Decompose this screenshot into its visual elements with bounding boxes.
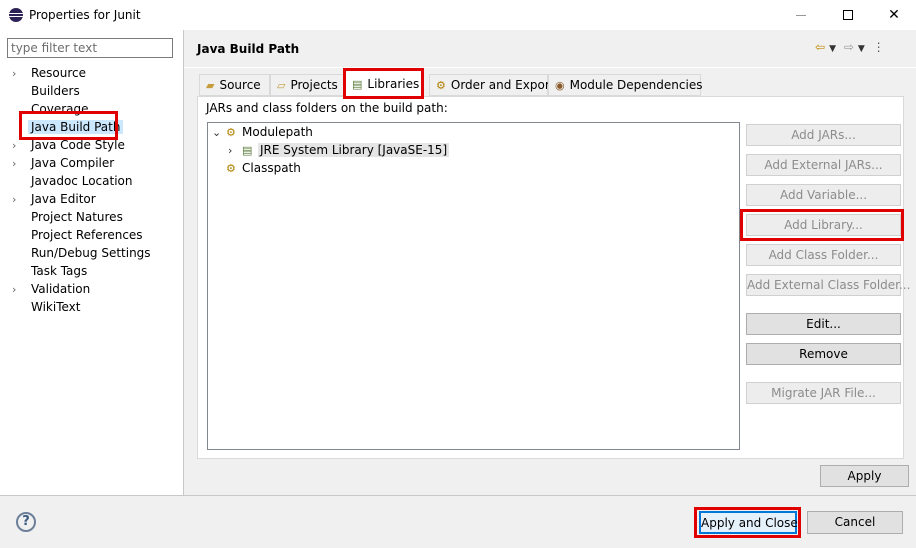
forward-dropdown-icon[interactable]: ▼ — [858, 44, 865, 54]
add-jars-button[interactable]: Add JARs... — [746, 124, 901, 146]
sidebar-item-label: Task Tags — [31, 264, 88, 278]
title-separator — [184, 67, 916, 68]
tab-source[interactable]: ▰ Source — [199, 74, 270, 96]
highlight-box — [740, 209, 904, 241]
sidebar-item[interactable]: Task Tags — [12, 262, 90, 280]
highlight-box — [694, 507, 801, 538]
sidebar-item[interactable]: › Resource — [12, 64, 89, 82]
highlight-box — [343, 68, 424, 99]
source-folder-icon: ▰ — [206, 79, 215, 92]
classpath-icon: ⚙ — [226, 162, 236, 175]
edit-button[interactable]: Edit... — [746, 313, 901, 335]
remove-button[interactable]: Remove — [746, 343, 901, 365]
page-title: Java Build Path — [197, 42, 300, 56]
add-external-class-folder-button[interactable]: Add External Class Folder... — [746, 274, 910, 296]
sidebar-item-label: Java Compiler — [31, 156, 115, 170]
sidebar-item-label: Javadoc Location — [31, 174, 133, 188]
back-arrow-icon[interactable]: ⇦ — [815, 40, 825, 54]
tree-node-modulepath[interactable]: ⌄ ⚙ Modulepath — [212, 123, 313, 141]
maximize-button[interactable] — [825, 0, 871, 30]
sidebar-item[interactable]: › Validation — [12, 280, 93, 298]
chevron-right-icon[interactable]: › — [12, 281, 28, 299]
sidebar-item[interactable]: › Java Editor — [12, 190, 99, 208]
minimize-button[interactable] — [779, 0, 825, 30]
chevron-right-icon[interactable]: › — [12, 65, 28, 83]
view-menu-icon[interactable]: ⋮ — [873, 40, 885, 54]
tree-node-jre-library[interactable]: › ▤ JRE System Library [JavaSE-15] — [228, 141, 450, 160]
minimize-icon — [796, 15, 806, 16]
title-bar: Properties for Junit ✕ — [0, 0, 916, 30]
sidebar-item-label: Project References — [31, 228, 143, 242]
sidebar-item[interactable]: Run/Debug Settings — [12, 244, 154, 262]
highlight-box — [19, 111, 118, 140]
chevron-right-icon[interactable]: › — [228, 142, 242, 160]
order-export-icon: ⚙ — [436, 79, 446, 92]
migrate-jar-button[interactable]: Migrate JAR File... — [746, 382, 901, 404]
tab-projects[interactable]: ▱ Projects — [270, 74, 345, 96]
tree-node-classpath[interactable]: ⚙ Classpath — [226, 159, 301, 177]
library-icon: ▤ — [242, 144, 253, 157]
sidebar-item[interactable]: Project Natures — [12, 208, 126, 226]
build-path-tree[interactable]: ⌄ ⚙ Modulepath › ▤ JRE System Library [JavaS… — [207, 122, 740, 450]
filter-input[interactable] — [7, 38, 173, 58]
sidebar-item[interactable]: WikiText — [12, 298, 84, 316]
modulepath-icon: ⚙ — [226, 126, 236, 139]
add-variable-button[interactable]: Add Variable... — [746, 184, 901, 206]
sidebar-item-label: Builders — [31, 84, 80, 98]
close-button[interactable]: ✕ — [871, 0, 916, 30]
sidebar-item[interactable]: Project References — [12, 226, 146, 244]
sidebar-item-label: Run/Debug Settings — [31, 246, 151, 260]
sidebar-item[interactable]: Javadoc Location — [12, 172, 135, 190]
sidebar-item[interactable]: Builders — [12, 82, 83, 100]
build-path-hint: JARs and class folders on the build path… — [206, 101, 448, 115]
window-title: Properties for Junit — [29, 8, 141, 22]
page-nav-toolbar: ⇦ ▼ ⇨ ▼ ⋮ — [815, 40, 889, 58]
apply-button[interactable]: Apply — [820, 465, 909, 487]
help-icon[interactable]: ? — [16, 512, 36, 532]
back-dropdown-icon[interactable]: ▼ — [829, 44, 836, 54]
sidebar-item-label: WikiText — [31, 300, 81, 314]
tab-order-export[interactable]: ⚙ Order and Export — [429, 74, 554, 96]
chevron-right-icon[interactable]: › — [12, 191, 28, 209]
sidebar-item-label: Java Editor — [31, 192, 96, 206]
cancel-button[interactable]: Cancel — [807, 511, 903, 534]
projects-folder-icon: ▱ — [277, 79, 286, 92]
sidebar-item-label: Project Natures — [31, 210, 123, 224]
tab-module-dependencies[interactable]: ◉ Module Dependencies — [548, 74, 702, 96]
module-icon: ◉ — [555, 79, 565, 92]
add-class-folder-button[interactable]: Add Class Folder... — [746, 244, 901, 266]
sidebar-item-label: Validation — [31, 282, 91, 296]
chevron-right-icon[interactable]: › — [12, 155, 28, 173]
eclipse-icon — [9, 8, 23, 22]
add-external-jars-button[interactable]: Add External JARs... — [746, 154, 901, 176]
sidebar-item-label: Java Code Style — [31, 138, 125, 152]
chevron-down-icon[interactable]: ⌄ — [212, 124, 226, 142]
sidebar-item-label: Resource — [31, 66, 87, 80]
forward-arrow-icon[interactable]: ⇨ — [844, 40, 854, 54]
close-icon: ✕ — [888, 7, 900, 23]
sidebar-item[interactable]: › Java Compiler — [12, 154, 117, 172]
maximize-icon — [843, 10, 853, 20]
